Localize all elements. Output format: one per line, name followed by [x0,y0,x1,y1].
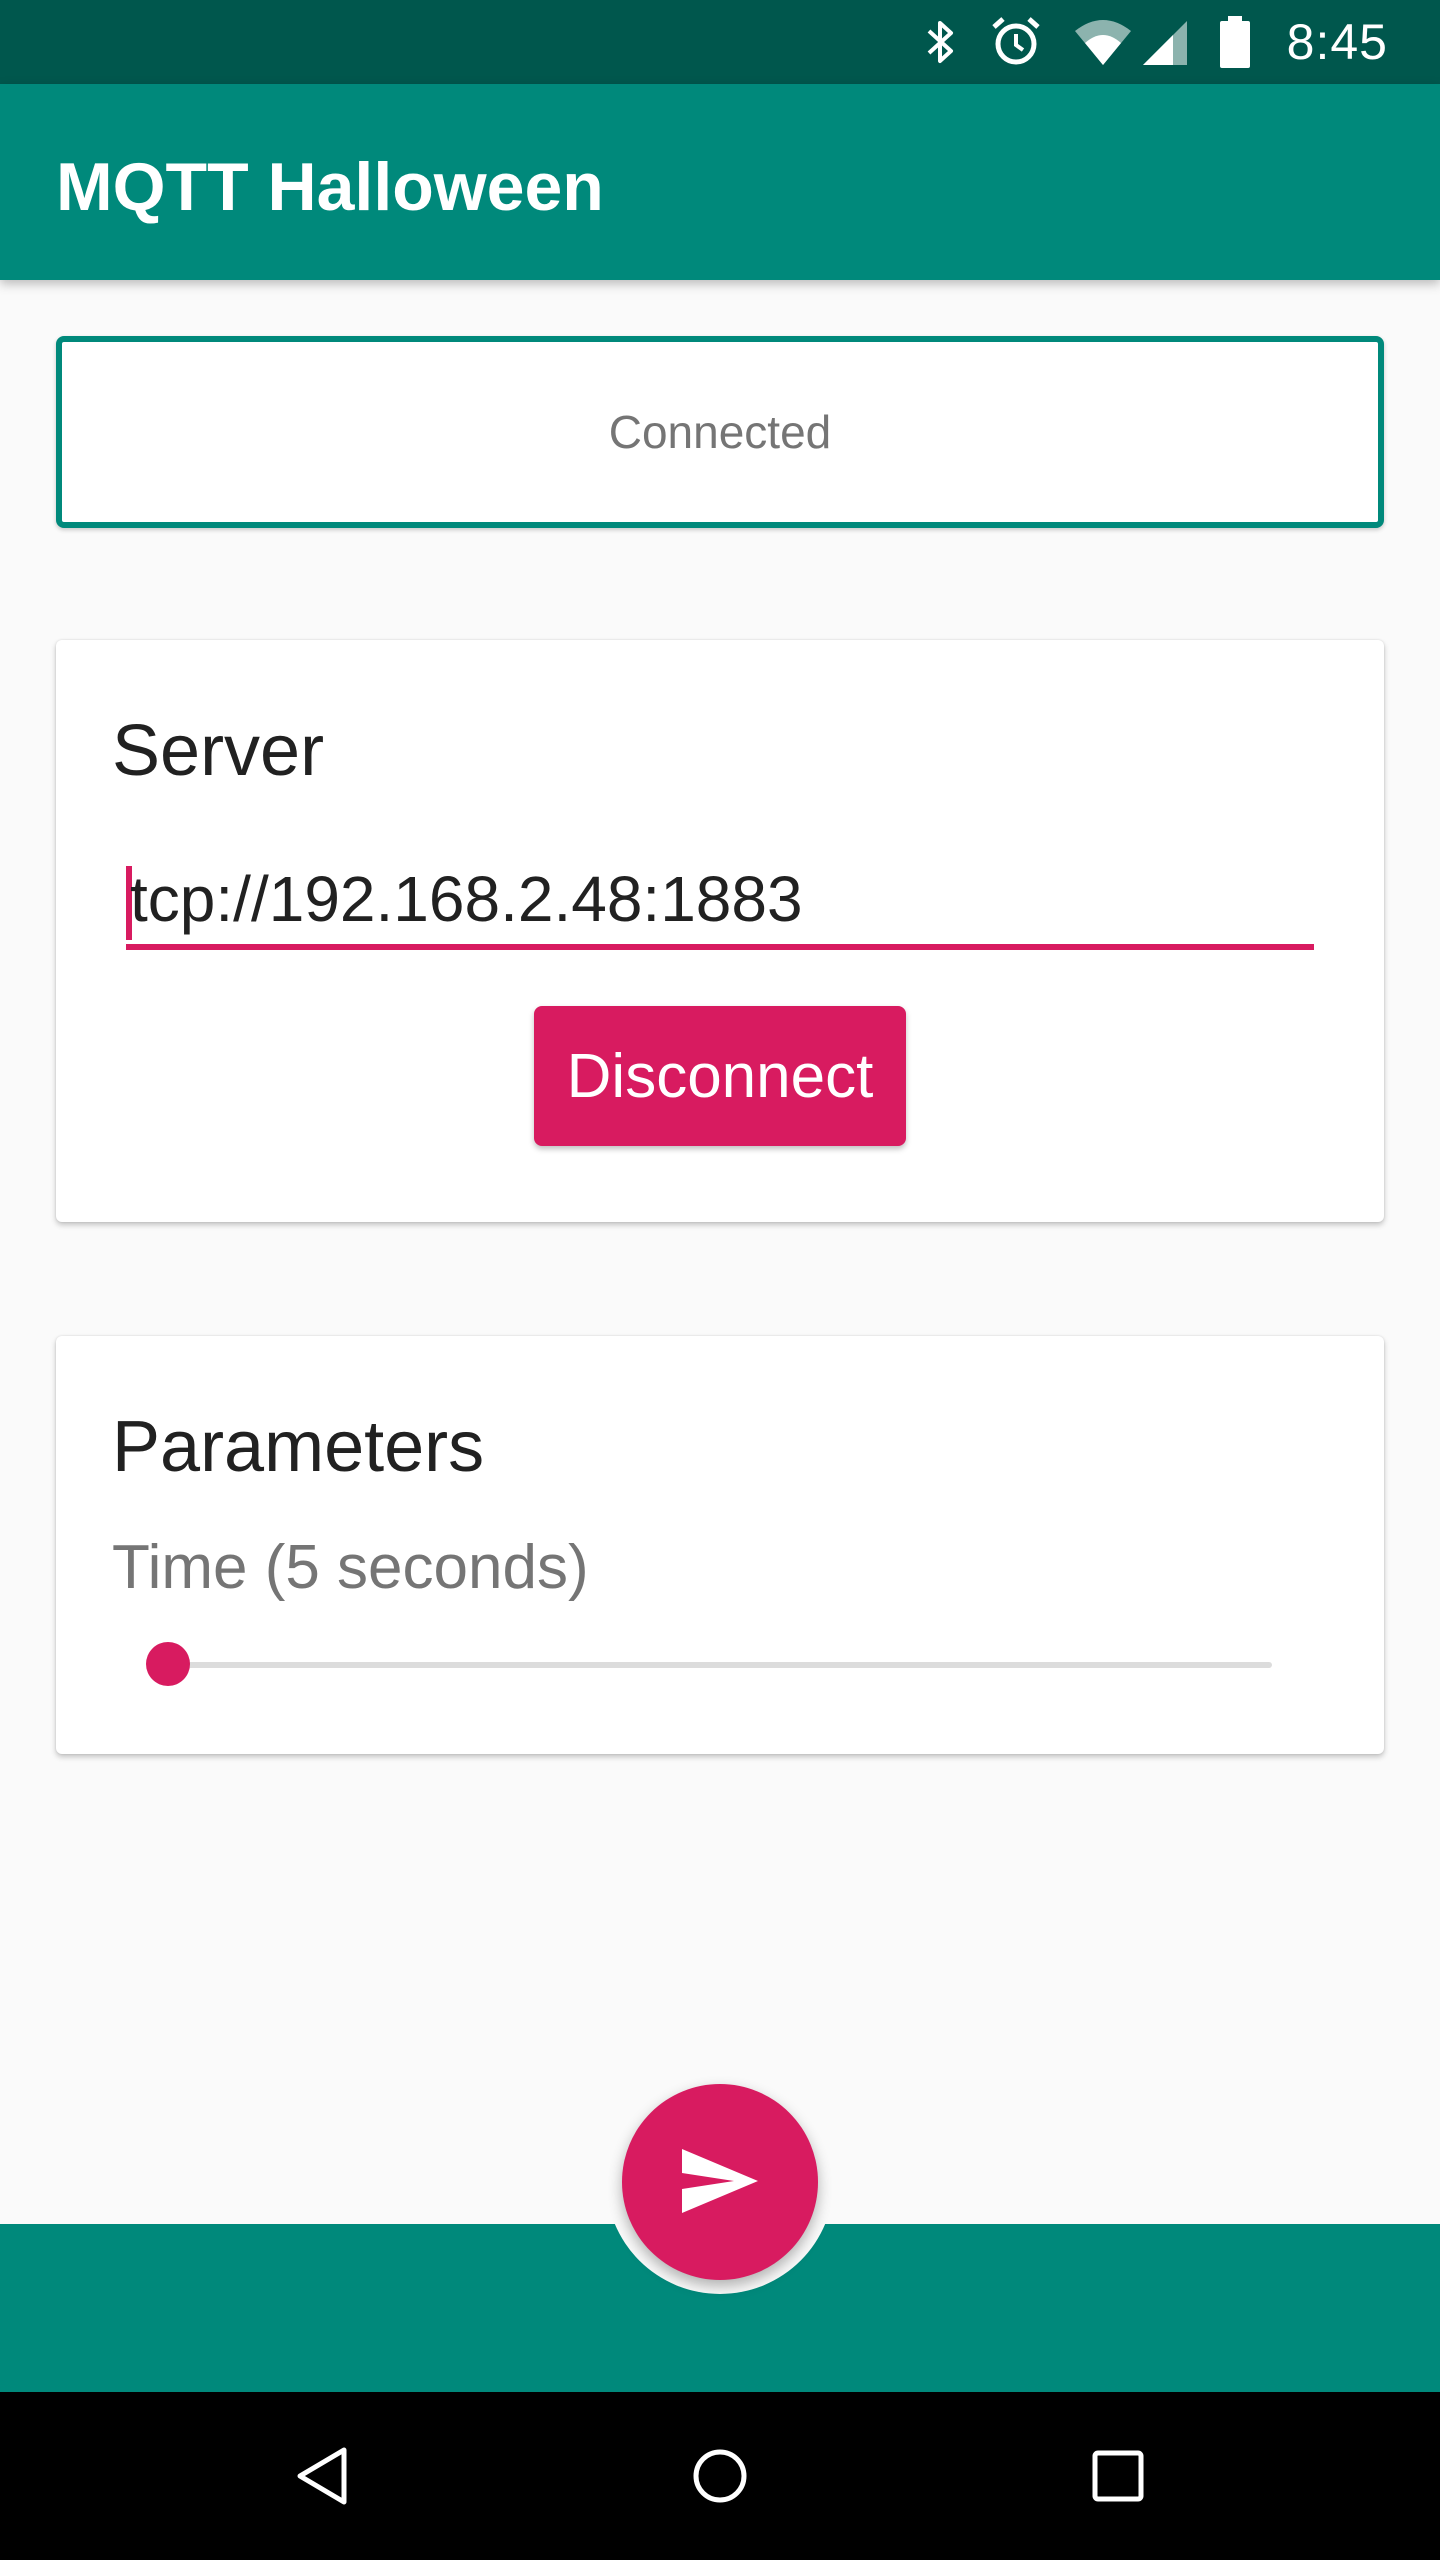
time-slider-thumb[interactable] [146,1642,190,1686]
battery-icon [1219,15,1251,69]
wifi-icon [1073,17,1133,67]
parameters-card-title: Parameters [112,1407,485,1487]
status-bar: 8:45 [0,0,1440,84]
time-slider-track[interactable] [168,1662,1272,1668]
time-parameter-label: Time (5 seconds) [112,1533,589,1602]
send-fab[interactable] [622,2084,818,2280]
parameters-card: Parameters Time (5 seconds) [56,1336,1384,1754]
status-icons: 8:45 [893,0,1388,84]
server-card-title: Server [112,711,325,791]
system-nav-bar [0,2392,1440,2560]
disconnect-button[interactable]: Disconnect [534,1006,906,1146]
signal-icon [1141,17,1189,67]
server-input-underline [126,854,1314,950]
recents-icon[interactable] [1078,2436,1158,2516]
server-address-input[interactable] [126,854,1314,944]
server-card: Server Disconnect [56,640,1384,1222]
alarm-icon [989,15,1043,69]
status-time: 8:45 [1286,14,1388,70]
app-bar: MQTT Halloween [0,84,1440,280]
home-icon[interactable] [680,2436,760,2516]
app-screen: 8:45 MQTT Halloween Connected Server Dis… [0,0,1440,2560]
bluetooth-icon [923,17,959,67]
back-icon[interactable] [282,2436,362,2516]
app-title: MQTT Halloween [56,149,604,225]
connection-status-box: Connected [56,336,1384,528]
send-icon [678,2145,762,2220]
connection-status-text: Connected [608,406,832,458]
